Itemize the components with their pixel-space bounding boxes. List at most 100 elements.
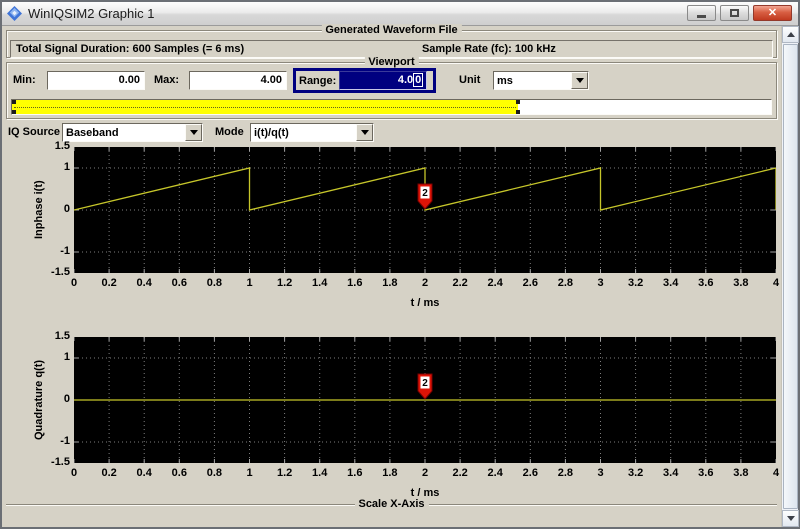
y-tick-label: -1.5 [51, 266, 70, 278]
text-cursor: 0 [413, 73, 423, 87]
close-button[interactable]: ✕ [753, 5, 792, 21]
slider-handle-bottom-right[interactable] [516, 110, 520, 114]
x-tick-label: 0.6 [172, 467, 187, 479]
title-bar[interactable]: WinIQSIM2 Graphic 1 ✕ [2, 2, 798, 26]
dropdown-button[interactable] [356, 124, 373, 141]
y-tick-label: -1 [60, 245, 70, 257]
x-tick-label: 2 [422, 277, 428, 289]
plot-area[interactable]: 2 [74, 147, 776, 273]
x-tick-label: 1.6 [347, 277, 362, 289]
mode-dropdown[interactable]: i(t)/q(t) [250, 123, 374, 142]
x-tick-label: 1 [246, 467, 252, 479]
x-tick-label: 0.8 [207, 277, 222, 289]
x-tick-label: 4 [773, 467, 779, 479]
y-tick-label: 1.5 [55, 140, 70, 152]
x-tick-label: 1.2 [277, 277, 292, 289]
scrollbar-thumb[interactable] [783, 44, 798, 509]
max-field[interactable]: 4.00 [189, 71, 287, 90]
min-label: Min: [13, 74, 36, 86]
x-tick-label: 3.2 [628, 467, 643, 479]
unit-label: Unit [459, 74, 480, 86]
y-tick-label: -1.5 [51, 456, 70, 468]
x-tick-label: 0.4 [137, 467, 152, 479]
viewport-selected-range[interactable] [12, 100, 518, 114]
chevron-down-icon [576, 78, 584, 83]
x-tick-label: 2.6 [523, 467, 538, 479]
arrow-up-icon [787, 32, 795, 37]
y-tick-label: 1 [64, 351, 70, 363]
range-label: Range: [296, 75, 339, 87]
x-tick-label: 1.8 [382, 277, 397, 289]
x-tick-label: 3 [597, 277, 603, 289]
x-tick-label: 1.4 [312, 467, 327, 479]
x-tick-label: 2.6 [523, 277, 538, 289]
maximize-button[interactable] [720, 5, 749, 21]
window-title: WinIQSIM2 Graphic 1 [28, 6, 154, 21]
x-tick-label: 0.4 [137, 277, 152, 289]
x-tick-label: 1.8 [382, 467, 397, 479]
total-signal-duration-text: Total Signal Duration: 600 Samples (= 6 … [16, 43, 244, 55]
arrow-down-icon [787, 516, 795, 521]
scroll-down-button[interactable] [782, 510, 799, 527]
group-title: Scale X-Axis [354, 498, 428, 510]
sample-rate-text: Sample Rate (fc): 100 kHz [422, 43, 556, 55]
min-field[interactable]: 0.00 [47, 71, 145, 90]
dropdown-button[interactable] [571, 72, 588, 89]
x-tick-label: 3.6 [698, 467, 713, 479]
inphase-chart: Inphase i(t) 1.510-1-1.5 2 00.20.40.60.8… [2, 147, 779, 317]
y-axis-tick-labels: 1.510-1-1.5 [42, 337, 70, 463]
y-tick-label: -1 [60, 435, 70, 447]
minimize-button[interactable] [687, 5, 716, 21]
y-tick-label: 0 [64, 393, 70, 405]
x-tick-label: 3 [597, 467, 603, 479]
x-axis-tick-labels: 00.20.40.60.811.21.41.61.822.22.42.62.83… [74, 277, 776, 291]
x-tick-label: 2.2 [452, 277, 467, 289]
quadrature-chart: Quadrature q(t) 1.510-1-1.5 2 00.20.40.6… [2, 337, 779, 507]
viewport-group: Viewport Min: 0.00 Max: 4.00 Range: 4.00… [6, 62, 777, 119]
y-axis-tick-labels: 1.510-1-1.5 [42, 147, 70, 273]
x-tick-label: 2.4 [488, 467, 503, 479]
x-tick-label: 2.8 [558, 277, 573, 289]
x-tick-label: 1.6 [347, 467, 362, 479]
y-tick-label: 1.5 [55, 330, 70, 342]
viewport-range-slider[interactable] [11, 99, 772, 115]
x-tick-label: 1 [246, 277, 252, 289]
unit-dropdown[interactable]: ms [493, 71, 589, 90]
x-tick-label: 2.4 [488, 277, 503, 289]
chevron-down-icon [361, 130, 369, 135]
x-tick-label: 0.6 [172, 277, 187, 289]
x-axis-tick-labels: 00.20.40.60.811.21.41.61.822.22.42.62.83… [74, 467, 776, 481]
scale-x-axis-group: Scale X-Axis [6, 504, 777, 529]
plot-area[interactable]: 2 [74, 337, 776, 463]
x-tick-label: 2.2 [452, 467, 467, 479]
x-tick-label: 1.2 [277, 467, 292, 479]
group-title: Viewport [364, 56, 418, 68]
mode-label: Mode [215, 126, 244, 138]
vertical-scrollbar[interactable] [781, 26, 798, 527]
x-axis-title: t / ms [74, 297, 776, 309]
dropdown-button[interactable] [185, 124, 202, 141]
y-tick-label: 1 [64, 161, 70, 173]
generated-waveform-file-group: Generated Waveform File Total Signal Dur… [6, 30, 777, 58]
iq-source-dropdown[interactable]: Baseband [62, 123, 203, 142]
x-tick-label: 3.6 [698, 277, 713, 289]
group-title: Generated Waveform File [321, 24, 461, 36]
marker-label: 2 [422, 378, 428, 389]
x-tick-label: 2.8 [558, 467, 573, 479]
x-tick-label: 3.8 [733, 277, 748, 289]
x-tick-label: 0.2 [101, 467, 116, 479]
slider-handle-bottom-left[interactable] [12, 110, 16, 114]
scroll-up-button[interactable] [782, 26, 799, 43]
range-field[interactable]: 4.00 [339, 71, 427, 90]
max-label: Max: [154, 74, 179, 86]
slider-handle-top-right[interactable] [516, 100, 520, 104]
app-icon [7, 6, 22, 21]
x-tick-label: 0 [71, 277, 77, 289]
x-tick-label: 3.2 [628, 277, 643, 289]
x-tick-label: 3.4 [663, 277, 678, 289]
x-tick-label: 3.8 [733, 467, 748, 479]
slider-handle-top-left[interactable] [12, 100, 16, 104]
maximize-icon [730, 9, 739, 17]
close-icon: ✕ [768, 8, 777, 19]
y-tick-label: 0 [64, 203, 70, 215]
